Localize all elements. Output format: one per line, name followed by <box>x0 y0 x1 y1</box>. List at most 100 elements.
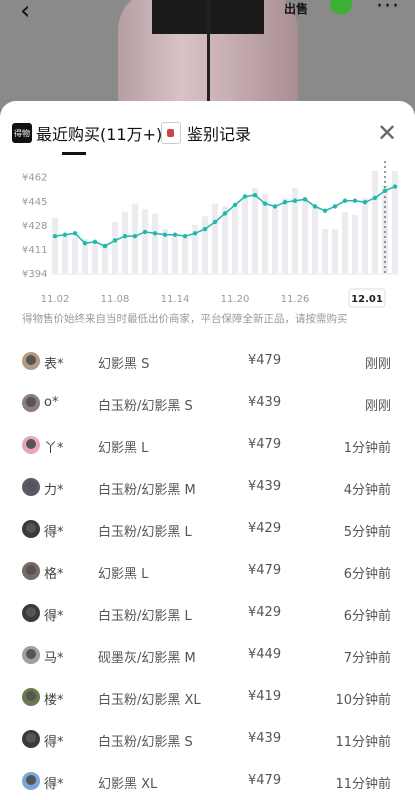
tab-authentication-records[interactable]: 鉴别记录 <box>161 121 251 145</box>
price-point <box>232 202 238 208</box>
purchase-time: 7分钟前 <box>343 651 391 666</box>
purchase-row: 得* 白玉粉/幻影黑 L ¥429 6分钟前 <box>0 593 415 633</box>
volume-bar <box>91 241 99 273</box>
buyer-name: 楼* <box>44 693 64 708</box>
back-icon[interactable]: ‹ <box>20 0 30 26</box>
price-point <box>262 201 268 206</box>
purchase-time: 11分钟前 <box>335 777 391 792</box>
product-spec: 白玉粉/幻影黑 M <box>98 483 196 498</box>
price-point <box>242 194 248 199</box>
avatar <box>22 730 40 748</box>
certificate-icon <box>161 122 181 144</box>
price-point <box>52 233 58 239</box>
avatar <box>22 562 40 580</box>
product-spec: 白玉粉/幻影黑 L <box>98 609 192 624</box>
volume-bar <box>311 206 319 273</box>
purchase-row: 得* 幻影黑 XL ¥479 11分钟前 <box>0 761 415 800</box>
buyer-name: 得* <box>44 735 64 750</box>
buyer-name: 力* <box>44 483 64 498</box>
product-spec: 白玉粉/幻影黑 S <box>98 735 193 750</box>
avatar <box>22 394 40 412</box>
avatar <box>22 478 40 496</box>
price-point <box>92 239 98 245</box>
volume-bar <box>181 237 189 273</box>
avatar <box>22 436 40 454</box>
purchase-time: 刚刚 <box>364 399 391 414</box>
volume-bar <box>331 229 339 273</box>
price-point <box>322 208 328 213</box>
volume-bar <box>341 212 349 273</box>
buyer-name: 得* <box>44 609 64 624</box>
volume-bar <box>281 197 289 273</box>
price-point <box>152 231 158 236</box>
volume-bar <box>61 236 69 273</box>
purchase-time: 6分钟前 <box>343 567 391 582</box>
volume-bar <box>111 222 119 273</box>
purchase-price: ¥429 <box>248 521 282 536</box>
buyer-name: o* <box>44 395 59 410</box>
x-tick-label: 11.26 <box>281 294 310 305</box>
avatar <box>22 352 40 370</box>
purchase-price: ¥419 <box>248 689 282 704</box>
price-point <box>202 226 208 232</box>
price-point <box>142 229 148 235</box>
price-point <box>122 233 128 239</box>
tab-recent-purchases[interactable]: 得物 最近购买(11万+) <box>12 121 162 145</box>
avatar <box>22 772 40 790</box>
price-point <box>182 233 188 239</box>
price-point <box>162 232 168 237</box>
price-point <box>132 233 138 239</box>
volume-bar <box>211 203 219 273</box>
x-tick-label: 11.20 <box>221 294 250 305</box>
close-icon[interactable]: ✕ <box>377 119 397 147</box>
volume-bar <box>361 197 369 273</box>
purchase-row: 楼* 白玉粉/幻影黑 XL ¥419 10分钟前 <box>0 677 415 717</box>
dewu-logo-icon: 得物 <box>12 123 32 143</box>
product-spec: 幻影黑 L <box>98 567 149 582</box>
product-spec: 砚墨灰/幻影黑 M <box>98 651 196 666</box>
purchase-price: ¥479 <box>248 563 282 578</box>
price-point <box>382 188 388 194</box>
price-chart[interactable]: ¥462 ¥445 ¥428 ¥411 ¥394 11.02 11.08 11.14 11.20… <box>0 159 415 309</box>
volume-bar <box>251 188 259 273</box>
x-tick-label: 11.08 <box>101 294 130 305</box>
volume-bar <box>381 185 389 273</box>
more-icon[interactable]: ··· <box>376 0 400 19</box>
purchase-row: 丫* 幻影黑 L ¥479 1分钟前 <box>0 425 415 465</box>
price-point <box>102 243 108 249</box>
price-point <box>272 204 278 209</box>
volume-bar <box>141 209 149 273</box>
price-point <box>212 219 218 225</box>
purchase-price: ¥479 <box>248 437 282 452</box>
y-tick-label: ¥462 <box>22 173 47 184</box>
y-tick-label: ¥428 <box>22 221 47 232</box>
purchase-row: 格* 幻影黑 L ¥479 6分钟前 <box>0 551 415 591</box>
price-point <box>112 238 118 243</box>
price-point <box>352 198 358 203</box>
purchase-price: ¥439 <box>248 731 282 746</box>
purchase-time: 10分钟前 <box>335 693 391 708</box>
volume-bar <box>201 216 209 273</box>
sheet-tabs: 得物 最近购买(11万+) 鉴别记录 ✕ <box>0 101 415 155</box>
avatar <box>22 520 40 538</box>
sell-button[interactable]: 出售 <box>284 0 308 17</box>
volume-bar <box>231 207 239 273</box>
price-point <box>222 211 228 216</box>
purchase-time: 刚刚 <box>364 357 391 372</box>
tab-label: 鉴别记录 <box>187 125 252 144</box>
product-spec: 白玉粉/幻影黑 XL <box>98 693 201 708</box>
buyer-name: 表* <box>44 357 64 372</box>
product-spec: 幻影黑 L <box>98 441 149 456</box>
product-image-background <box>0 0 415 110</box>
product-spec: 白玉粉/幻影黑 S <box>98 399 193 414</box>
x-tick-label: 11.02 <box>41 294 70 305</box>
y-tick-label: ¥445 <box>22 197 47 208</box>
purchase-row: 马* 砚墨灰/幻影黑 M ¥449 7分钟前 <box>0 635 415 675</box>
product-spec: 白玉粉/幻影黑 L <box>98 525 192 540</box>
jacket-zipper <box>207 0 210 110</box>
price-point <box>392 184 398 189</box>
purchase-row: o* 白玉粉/幻影黑 S ¥439 刚刚 <box>0 383 415 423</box>
recent-purchases-sheet: 得物 最近购买(11万+) 鉴别记录 ✕ ¥462 ¥445 ¥428 ¥411 ¥39… <box>0 101 415 800</box>
volume-bar <box>71 237 79 273</box>
purchase-price: ¥429 <box>248 605 282 620</box>
